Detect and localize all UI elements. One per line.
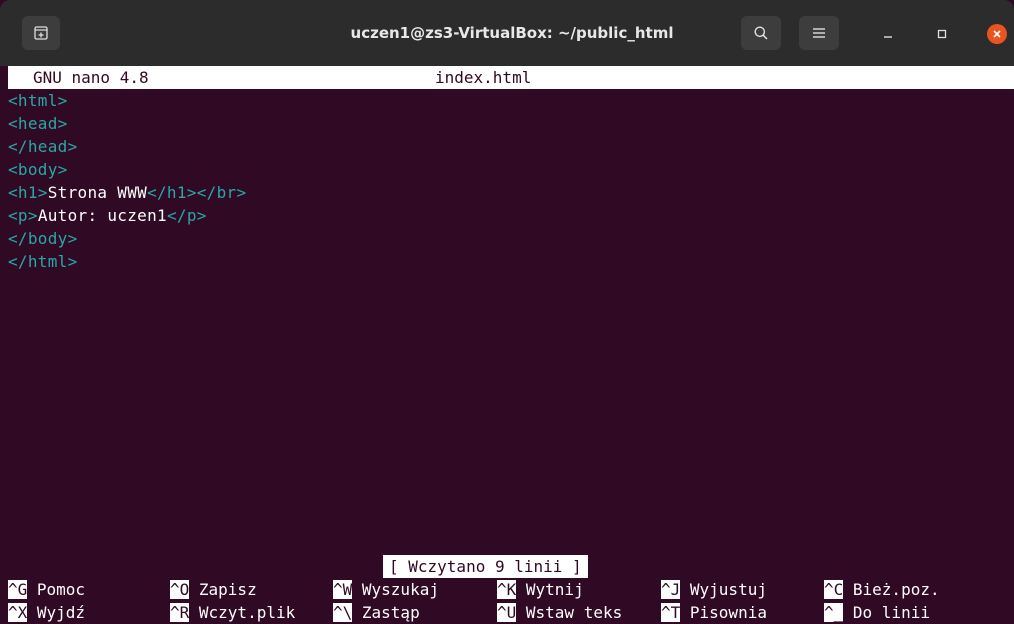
shortcut-item: ^U Wstaw teks [497, 601, 622, 624]
shortcut-label: Wczyt.plik [189, 603, 296, 622]
shortcut-key: ^G [8, 580, 28, 599]
shortcut-key: ^X [8, 603, 28, 622]
html-tag-text: </head> [8, 137, 78, 156]
shortcut-key: ^W [333, 580, 353, 599]
editor-line: <head> [8, 112, 68, 135]
shortcut-label: Wstaw teks [516, 603, 623, 622]
search-button[interactable] [741, 16, 781, 50]
shortcut-label: Pisownia [680, 603, 767, 622]
shortcut-key: ^J [661, 580, 681, 599]
maximize-icon [937, 29, 947, 39]
html-tag-text: </h1></br> [147, 183, 247, 202]
minimize-button[interactable] [878, 24, 898, 44]
minimize-icon [884, 36, 892, 38]
window-title: uczen1@zs3-VirtualBox: ~/public_html [350, 24, 674, 42]
shortcut-key: ^U [497, 603, 517, 622]
editor-line: <html> [8, 89, 68, 112]
editor-line: <p>Autor: uczen1</p> [8, 204, 207, 227]
shortcut-label: Wyszukaj [352, 580, 439, 599]
shortcut-label: Zapisz [189, 580, 257, 599]
status-message: [ Wczytano 9 linii ] [383, 555, 588, 578]
shortcut-key: ^O [170, 580, 190, 599]
shortcut-item: ^O Zapisz [170, 578, 257, 601]
shortcut-item: ^R Wczyt.plik [170, 601, 295, 624]
content-text: Strona WWW [47, 183, 148, 202]
shortcut-key: ^C [824, 580, 844, 599]
html-tag-text: <html> [8, 91, 68, 110]
shortcut-label: Zastąp [352, 603, 420, 622]
html-tag-text: <h1> [8, 183, 48, 202]
editor-line: <body> [8, 158, 68, 181]
shortcut-item: ^J Wyjustuj [661, 578, 767, 601]
shortcut-key: ^\ [333, 603, 353, 622]
html-tag-text: <body> [8, 160, 68, 179]
shortcut-item: ^T Pisownia [661, 601, 767, 624]
shortcut-key: ^R [170, 603, 190, 622]
shortcut-item: ^_ Do linii [824, 601, 930, 624]
nano-filename: index.html [435, 68, 532, 87]
close-icon [993, 30, 1001, 38]
title-bar: uczen1@zs3-VirtualBox: ~/public_html [0, 0, 1014, 66]
shortcut-label: Pomoc [27, 580, 86, 599]
shortcut-item: ^G Pomoc [8, 578, 85, 601]
shortcut-label: Wytnij [516, 580, 584, 599]
shortcut-key: ^T [661, 603, 681, 622]
editor-line: </html> [8, 250, 78, 273]
close-button[interactable] [987, 24, 1007, 44]
maximize-button[interactable] [932, 24, 952, 44]
shortcut-item: ^X Wyjdź [8, 601, 85, 624]
shortcut-key: ^K [497, 580, 517, 599]
terminal-area[interactable]: GNU nano 4.8 index.html <html> <head> </he… [0, 66, 1014, 624]
html-tag-text: <p> [8, 206, 38, 225]
editor-line: </body> [8, 227, 78, 250]
menu-button[interactable] [799, 16, 839, 50]
shortcut-item: ^K Wytnij [497, 578, 584, 601]
editor-line: </head> [8, 135, 78, 158]
content-text: Autor: uczen1 [37, 206, 167, 225]
shortcut-item: ^W Wyszukaj [333, 578, 439, 601]
new-tab-button[interactable] [22, 16, 60, 50]
nano-header-bar: GNU nano 4.8 index.html [8, 66, 1014, 89]
hamburger-menu-icon [813, 28, 825, 38]
html-tag-text: </html> [8, 252, 78, 271]
shortcut-label: Wyjdź [27, 603, 86, 622]
terminal-window: uczen1@zs3-VirtualBox: ~/public_html GNU… [0, 0, 1014, 624]
nano-version: GNU nano 4.8 [33, 68, 149, 87]
shortcut-label: Bież.poz. [843, 580, 940, 599]
shortcut-key: ^_ [824, 603, 844, 622]
html-tag-text: </body> [8, 229, 78, 248]
shortcut-label: Do linii [843, 603, 930, 622]
html-tag-text: </p> [166, 206, 207, 225]
shortcut-label: Wyjustuj [680, 580, 767, 599]
editor-line: <h1>Strona WWW</h1></br> [8, 181, 246, 204]
shortcut-item: ^C Bież.poz. [824, 578, 940, 601]
new-tab-icon [34, 26, 48, 40]
shortcut-item: ^\ Zastąp [333, 601, 420, 624]
search-icon [754, 26, 768, 40]
html-tag-text: <head> [8, 114, 68, 133]
